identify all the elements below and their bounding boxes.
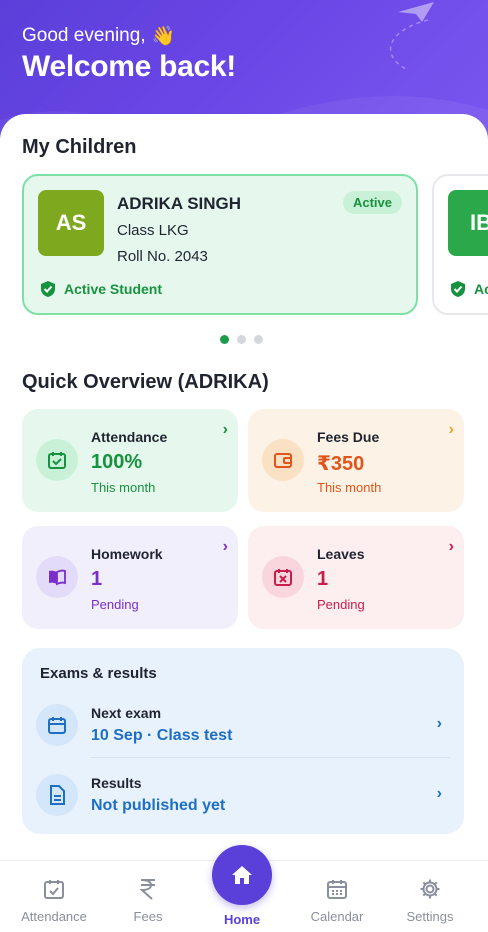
- carousel-dot[interactable]: [237, 335, 246, 344]
- child-card[interactable]: AS ADRIKA SINGH Class LKG Roll No. 2043 …: [22, 174, 418, 315]
- nav-label-home: Home: [223, 912, 261, 927]
- divider: [90, 757, 450, 758]
- tile-subtitle: This month: [91, 480, 156, 495]
- active-student-label: Active Student: [474, 281, 488, 297]
- row-value: 10 Sep · Class test: [91, 727, 233, 744]
- tile-subtitle: Pending: [317, 597, 365, 612]
- wallet-icon: [262, 439, 304, 481]
- nav-item-attendance[interactable]: Attendance: [9, 875, 99, 924]
- quick-overview-title: Quick Overview (ADRIKA): [22, 371, 269, 393]
- exams-title: Exams & results: [40, 665, 157, 682]
- shield-check-icon: [451, 281, 465, 297]
- document-icon: [36, 774, 78, 816]
- nav-item-fees[interactable]: Fees: [103, 875, 193, 924]
- status-badge: Active: [342, 191, 402, 214]
- greeting-text: Good evening,: [22, 25, 146, 46]
- tile-value: 100%: [91, 451, 143, 473]
- attendance-tile[interactable]: Attendance 100% This month ›: [22, 409, 238, 512]
- carousel-dot[interactable]: [254, 335, 263, 344]
- calendar-check-icon: [36, 439, 78, 481]
- dashed-path-decoration: [389, 19, 429, 71]
- tile-label: Leaves: [317, 546, 365, 562]
- rupee-icon: [103, 875, 193, 903]
- tile-value: 1: [317, 568, 329, 590]
- nav-label: Settings: [406, 909, 454, 924]
- row-label: Next exam: [91, 705, 162, 721]
- active-student-status: Active Student: [40, 280, 162, 298]
- calendar-icon: [36, 704, 78, 746]
- nav-item-home[interactable]: [212, 845, 272, 905]
- calendar-check-icon: [9, 875, 99, 903]
- chevron-right-icon: ›: [436, 785, 442, 802]
- tile-subtitle: This month: [317, 480, 382, 495]
- tile-label: Attendance: [91, 429, 168, 445]
- nav-label: Attendance: [21, 909, 87, 924]
- my-children-title: My Children: [22, 136, 137, 158]
- next-exam-row[interactable]: Next exam 10 Sep · Class test ›: [36, 698, 450, 756]
- leaves-tile[interactable]: Leaves 1 Pending ›: [248, 526, 464, 629]
- nav-label: Fees: [133, 909, 163, 924]
- tile-label: Fees Due: [317, 429, 380, 445]
- shield-check-icon: [41, 281, 55, 297]
- fees-due-tile[interactable]: Fees Due ₹350 This month ›: [248, 409, 464, 512]
- child-class: Class LKG: [117, 222, 189, 239]
- child-card[interactable]: IB Active Student: [432, 174, 488, 315]
- tile-value: 1: [91, 568, 103, 590]
- carousel-indicator: [220, 335, 263, 344]
- row-label: Results: [91, 775, 142, 791]
- exams-results-card: Exams & results Next exam 10 Sep · Class…: [22, 648, 464, 834]
- results-row[interactable]: Results Not published yet ›: [36, 768, 450, 826]
- calendar-x-icon: [262, 556, 304, 598]
- chevron-right-icon: ›: [448, 538, 454, 555]
- tile-label: Homework: [91, 546, 163, 562]
- home-icon: [232, 866, 252, 884]
- wave-hand-icon: 👋: [151, 26, 176, 47]
- homework-tile[interactable]: Homework 1 Pending ›: [22, 526, 238, 629]
- nav-label: Calendar: [310, 909, 364, 924]
- calendar-grid-icon: [292, 875, 382, 903]
- book-icon: [36, 556, 78, 598]
- nav-item-settings[interactable]: Settings: [385, 875, 475, 924]
- chevron-right-icon: ›: [448, 421, 454, 438]
- welcome-title: Welcome back!: [22, 50, 236, 83]
- child-name: ADRIKA SINGH: [117, 194, 242, 213]
- row-value: Not published yet: [91, 797, 226, 814]
- tile-subtitle: Pending: [91, 597, 139, 612]
- child-roll-number: Roll No. 2043: [117, 248, 208, 265]
- avatar: IB: [448, 190, 488, 256]
- gear-icon: [385, 875, 475, 903]
- carousel-dot-active[interactable]: [220, 335, 229, 344]
- avatar: AS: [38, 190, 104, 256]
- active-student-label: Active Student: [64, 281, 163, 297]
- active-student-status: Active Student: [450, 280, 488, 298]
- chevron-right-icon: ›: [222, 421, 228, 438]
- chevron-right-icon: ›: [222, 538, 228, 555]
- greeting: Good evening, 👋: [22, 24, 175, 48]
- chevron-right-icon: ›: [436, 715, 442, 732]
- nav-item-calendar[interactable]: Calendar: [292, 875, 382, 924]
- tile-value: ₹350: [317, 453, 365, 475]
